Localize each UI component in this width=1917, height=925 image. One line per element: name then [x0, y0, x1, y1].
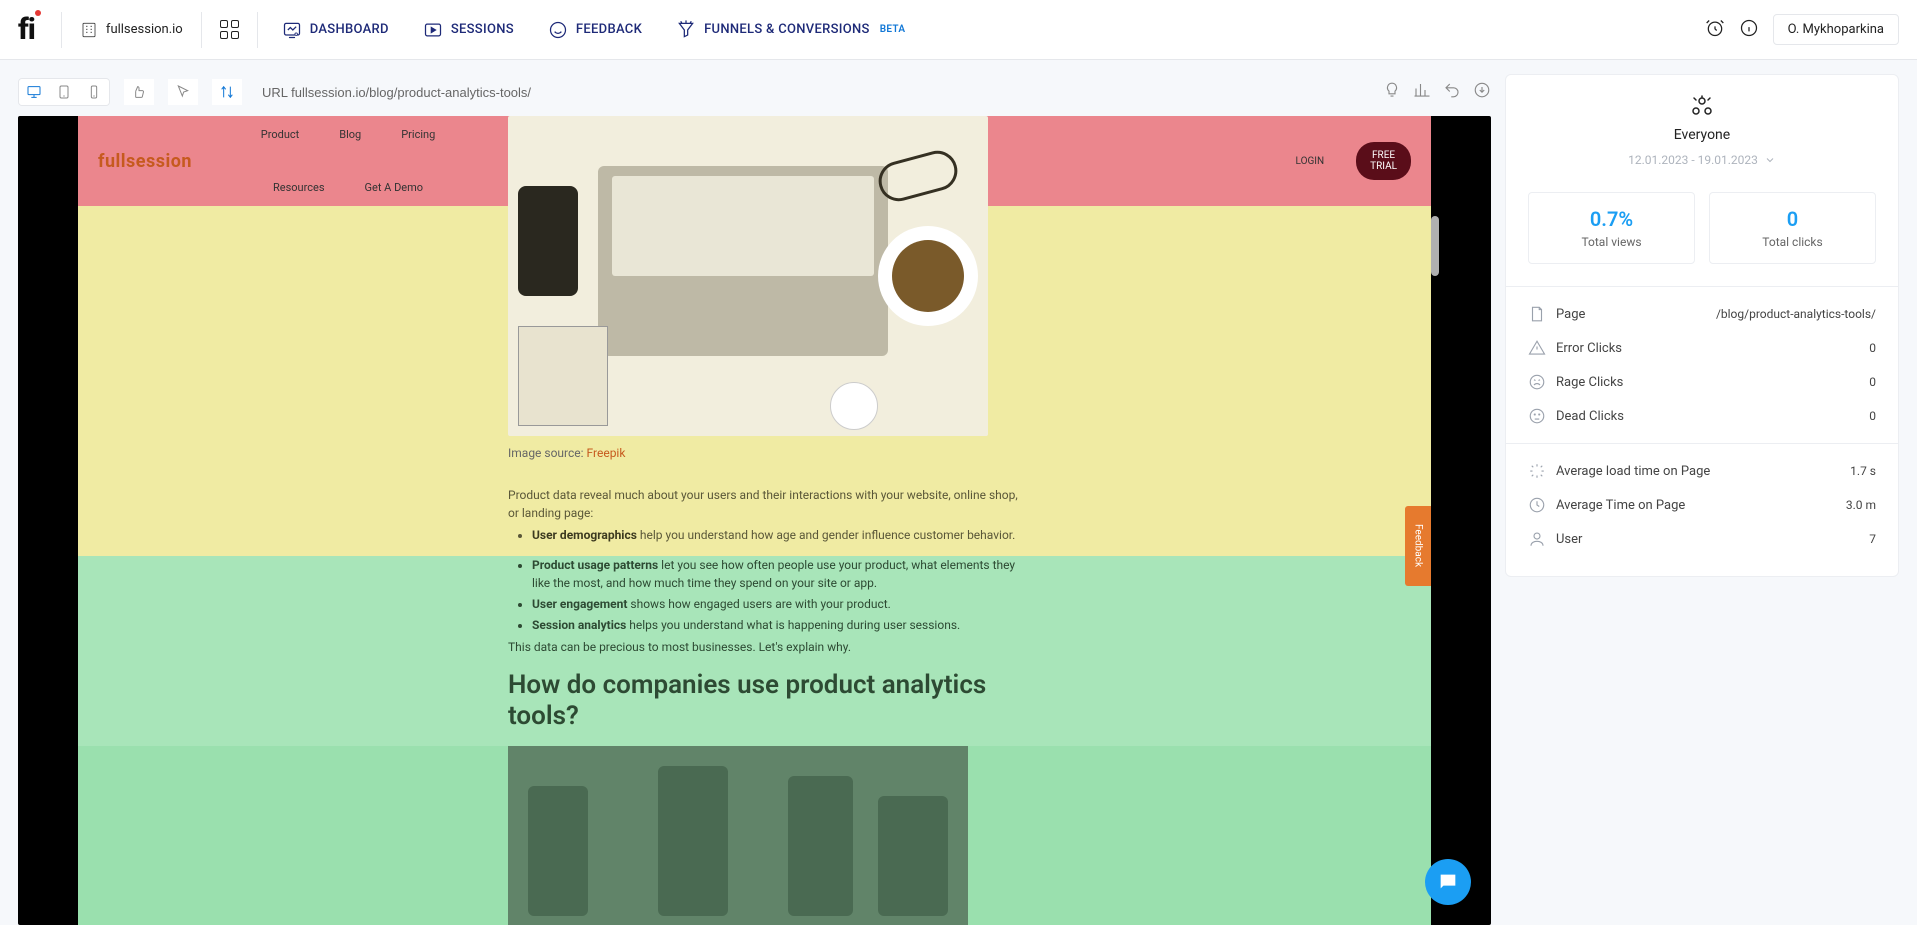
url-input[interactable] [262, 78, 1369, 106]
metric-clicks: 0 Total clicks [1709, 192, 1876, 264]
apps-icon[interactable] [220, 20, 239, 39]
page-nav-item[interactable]: Resources [273, 181, 325, 194]
loader-icon [1528, 462, 1546, 480]
divider [257, 12, 258, 48]
bulb-icon[interactable] [1383, 81, 1401, 103]
page-nav-item[interactable]: Pricing [401, 128, 435, 141]
warning-icon [1528, 339, 1546, 357]
bullet-list: User demographics help you understand ho… [532, 526, 1022, 547]
metric-label: Total clicks [1718, 235, 1867, 249]
page-login[interactable]: LOGIN [1296, 156, 1325, 167]
metric-value: 0 [1718, 207, 1867, 231]
metric-label: Total views [1537, 235, 1686, 249]
intro-text: Product data reveal much about your user… [508, 486, 1018, 522]
device-mobile[interactable] [79, 79, 109, 105]
nav-label: FEEDBACK [576, 22, 642, 37]
stat-avg-time: Average Time on Page 3.0 m [1528, 488, 1876, 522]
outro-text: This data can be precious to most busine… [508, 638, 1018, 656]
user-menu[interactable]: O. Mykhoparkina [1773, 14, 1899, 45]
app-logo: fi [18, 12, 43, 47]
thumbs-up-icon[interactable] [124, 79, 154, 105]
site-selector[interactable]: fullsession.io [80, 21, 183, 39]
metric-views: 0.7% Total views [1528, 192, 1695, 264]
nav-label: FUNNELS & CONVERSIONS [704, 22, 870, 37]
alarm-icon[interactable] [1705, 18, 1725, 42]
main: fullsession Product Blog Pricing Resourc… [0, 60, 1917, 925]
segment-icon [1688, 95, 1716, 121]
stat-page: Page /blog/product-analytics-tools/ [1528, 297, 1876, 331]
clock-icon [1528, 496, 1546, 514]
main-nav: DASHBOARD SESSIONS FEEDBACK FUNNELS & CO… [282, 20, 906, 40]
nav-dashboard[interactable]: DASHBOARD [282, 20, 389, 40]
chart-icon[interactable] [1413, 81, 1431, 103]
angry-icon [1528, 373, 1546, 391]
chat-button[interactable] [1425, 859, 1471, 905]
user-name: O. Mykhoparkina [1788, 22, 1884, 37]
page-nav-item[interactable]: Product [261, 128, 299, 141]
image-credit: Image source: Freepik [508, 446, 625, 460]
compare-icon[interactable] [212, 79, 242, 105]
divider [201, 12, 202, 48]
stat-user: User 7 [1528, 522, 1876, 556]
top-bar: fi fullsession.io DASHBOARD SESSIONS FEE… [0, 0, 1917, 60]
hero-image [508, 116, 988, 436]
beta-badge: BETA [880, 24, 906, 35]
info-icon[interactable] [1739, 18, 1759, 42]
play-icon [423, 20, 443, 40]
section-image [508, 746, 968, 925]
building-icon [80, 21, 98, 39]
viewer-toolbar [18, 74, 1491, 116]
device-group [18, 78, 110, 106]
metric-value: 0.7% [1537, 207, 1686, 231]
stats-panel: Everyone 12.01.2023 - 19.01.2023 0.7% To… [1505, 74, 1899, 577]
page-logo: fullsession [98, 151, 192, 172]
site-name: fullsession.io [106, 22, 183, 37]
stat-error-clicks: Error Clicks 0 [1528, 331, 1876, 365]
page-cta[interactable]: FREETRIAL [1356, 142, 1411, 180]
section-heading: How do companies use product analytics t… [508, 670, 1018, 732]
funnel-icon [676, 20, 696, 40]
segment-title: Everyone [1528, 127, 1876, 143]
dead-icon [1528, 407, 1546, 425]
credit-link[interactable]: Freepik [587, 446, 626, 460]
date-range[interactable]: 12.01.2023 - 19.01.2023 [1628, 153, 1776, 167]
stat-rage-clicks: Rage Clicks 0 [1528, 365, 1876, 399]
nav-label: SESSIONS [451, 22, 514, 37]
feedback-tab[interactable]: Feedback [1405, 506, 1431, 586]
device-desktop[interactable] [19, 79, 49, 105]
nav-sessions[interactable]: SESSIONS [423, 20, 514, 40]
page-icon [1528, 305, 1546, 323]
heatmap-viewer: fullsession Product Blog Pricing Resourc… [18, 116, 1491, 925]
cursor-icon[interactable] [168, 79, 198, 105]
download-icon[interactable] [1473, 81, 1491, 103]
chevron-down-icon [1764, 154, 1776, 166]
stat-dead-clicks: Dead Clicks 0 [1528, 399, 1876, 433]
device-tablet[interactable] [49, 79, 79, 105]
scrollbar-thumb[interactable] [1431, 216, 1439, 276]
divider [61, 12, 62, 48]
page-nav-item[interactable]: Blog [339, 128, 361, 141]
nav-funnels[interactable]: FUNNELS & CONVERSIONS BETA [676, 20, 905, 40]
user-icon [1528, 530, 1546, 548]
smile-icon [548, 20, 568, 40]
nav-feedback[interactable]: FEEDBACK [548, 20, 642, 40]
stat-load-time: Average load time on Page 1.7 s [1528, 454, 1876, 488]
dashboard-icon [282, 20, 302, 40]
page-canvas[interactable]: fullsession Product Blog Pricing Resourc… [78, 116, 1431, 925]
undo-icon[interactable] [1443, 81, 1461, 103]
nav-label: DASHBOARD [310, 22, 389, 37]
page-nav: Product Blog Pricing Resources Get A Dem… [218, 128, 478, 194]
page-nav-item[interactable]: Get A Demo [365, 181, 424, 194]
